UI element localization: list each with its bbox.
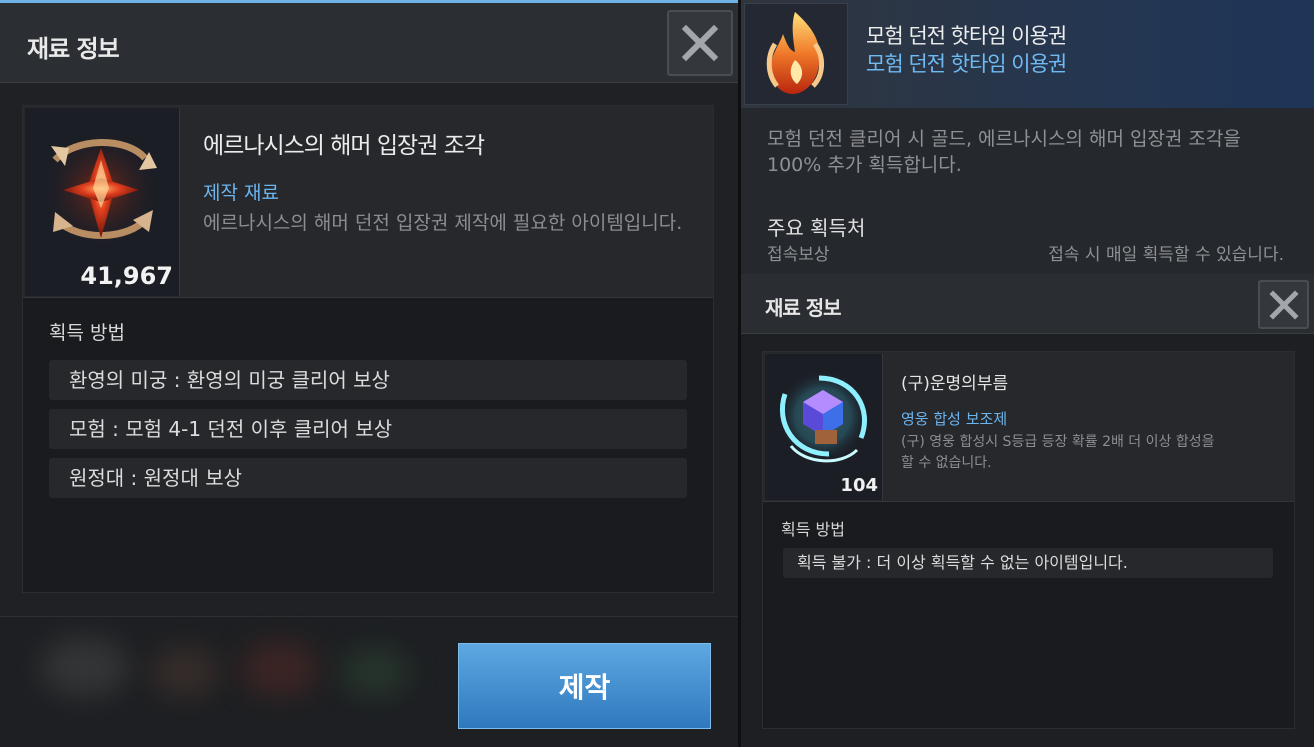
background-blur bbox=[240, 641, 320, 697]
close-icon bbox=[1268, 289, 1299, 320]
close-button[interactable] bbox=[667, 10, 733, 76]
right-panel: 모험 던전 핫타임 이용권 모험 던전 핫타임 이용권 모험 던전 클리어 시 … bbox=[741, 0, 1314, 747]
item-icon-slot[interactable]: 41,967 bbox=[25, 108, 180, 296]
sub-acquisition-item[interactable]: 획득 불가 : 더 이상 획득할 수 없는 아이템입니다. bbox=[783, 548, 1273, 578]
ticket-icon-slot[interactable] bbox=[744, 3, 848, 105]
item-summary: 41,967 에르나시스의 해머 입장권 조각 제작 재료 에르나시스의 해머 … bbox=[23, 106, 713, 298]
panel-title: 재료 정보 bbox=[27, 35, 120, 63]
ticket-description: 모험 던전 클리어 시 골드, 에르나시스의 해머 입장권 조각을 100% 추… bbox=[767, 128, 1241, 176]
item-description: 에르나시스의 해머 던전 입장권 제작에 필요한 아이템입니다. bbox=[203, 212, 683, 234]
background-blur bbox=[40, 637, 130, 697]
source-detail: 접속 시 매일 획득할 수 있습니다. bbox=[1048, 245, 1284, 265]
close-icon bbox=[681, 24, 719, 62]
craft-button[interactable]: 제작 bbox=[458, 643, 711, 729]
game-ui-root: 재료 정보 41,967 에르나시스의 해머 입장권 조각 제작 재료 에르나시… bbox=[0, 0, 1314, 747]
sub-item-icon-slot[interactable]: 104 bbox=[765, 354, 883, 500]
sub-panel-title: 재료 정보 bbox=[765, 296, 842, 320]
sub-item-description: (구) 영웅 합성시 S등급 등장 확률 2배 더 이상 합성을 할 수 없습니… bbox=[901, 434, 1215, 471]
material-detail-box: 41,967 에르나시스의 해머 입장권 조각 제작 재료 에르나시스의 해머 … bbox=[22, 105, 714, 593]
acquisition-item[interactable]: 원정대 : 원정대 보상 bbox=[49, 458, 687, 498]
flame-ticket-icon bbox=[766, 12, 824, 94]
item-name: 에르나시스의 해머 입장권 조각 bbox=[203, 133, 485, 159]
item-count: 41,967 bbox=[80, 262, 173, 290]
sub-item-count: 104 bbox=[840, 475, 878, 496]
ticket-header: 모험 던전 핫타임 이용권 모험 던전 핫타임 이용권 bbox=[741, 0, 1314, 108]
source-label: 주요 획득처 bbox=[767, 216, 866, 240]
material-info-panel: 재료 정보 41,967 에르나시스의 해머 입장권 조각 제작 재료 에르나시… bbox=[0, 0, 738, 747]
background-blur bbox=[150, 647, 220, 697]
sub-item-summary: 104 (구)운명의부름 영웅 합성 보조제 (구) 영웅 합성시 S등급 등장… bbox=[763, 352, 1294, 502]
acquisition-item[interactable]: 환영의 미궁 : 환영의 미궁 클리어 보상 bbox=[49, 360, 687, 400]
sub-item-category: 영웅 합성 보조제 bbox=[901, 410, 1008, 428]
sub-panel-header: 재료 정보 bbox=[741, 274, 1314, 334]
sub-material-detail-box: 104 (구)운명의부름 영웅 합성 보조제 (구) 영웅 합성시 S등급 등장… bbox=[762, 351, 1295, 729]
ticket-title: 모험 던전 핫타임 이용권 bbox=[866, 24, 1067, 48]
acquisition-label: 획득 방법 bbox=[49, 322, 125, 344]
ticket-body: 모험 던전 클리어 시 골드, 에르나시스의 해머 입장권 조각을 100% 추… bbox=[741, 108, 1314, 274]
background-blur bbox=[340, 647, 410, 697]
source-name: 접속보상 bbox=[767, 245, 830, 265]
panel-header: 재료 정보 bbox=[0, 3, 738, 83]
sub-close-button[interactable] bbox=[1258, 280, 1309, 329]
acquisition-list: 환영의 미궁 : 환영의 미궁 클리어 보상 모험 : 모험 4-1 던전 이후… bbox=[49, 360, 687, 507]
sub-item-name: (구)운명의부름 bbox=[901, 374, 1009, 394]
item-category: 제작 재료 bbox=[203, 182, 279, 204]
ticket-subtitle: 모험 던전 핫타임 이용권 bbox=[866, 52, 1067, 76]
sub-acquisition-label: 획득 방법 bbox=[781, 520, 845, 539]
acquisition-item[interactable]: 모험 : 모험 4-1 던전 이후 클리어 보상 bbox=[49, 409, 687, 449]
